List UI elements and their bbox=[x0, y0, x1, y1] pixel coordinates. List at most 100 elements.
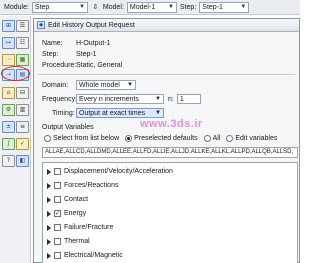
chevron-down-icon: ▼ bbox=[78, 4, 85, 10]
solution-manager-icon[interactable]: ▥ bbox=[16, 104, 29, 116]
radio-edit-variables[interactable]: Edit variables bbox=[226, 135, 277, 142]
adaptive-mesh-manager-icon[interactable]: ⊟ bbox=[16, 87, 29, 99]
model-label: Model: bbox=[102, 3, 124, 11]
chevron-down-icon: ▼ bbox=[167, 4, 174, 10]
step-label: Step: bbox=[42, 51, 59, 58]
adaptive-mesh-icon[interactable]: ⌂ bbox=[2, 87, 15, 99]
view-icon[interactable]: ◧ bbox=[16, 155, 29, 167]
history-output-icon[interactable]: ↦ bbox=[2, 37, 15, 49]
checkbox[interactable] bbox=[54, 196, 61, 203]
tree-item-label: Displacement/Velocity/Acceleration bbox=[64, 168, 173, 175]
chevron-down-icon: ▼ bbox=[155, 110, 161, 116]
solver-manager-icon[interactable]: ≡ bbox=[16, 121, 29, 133]
expand-arrow-icon[interactable] bbox=[47, 224, 51, 231]
frequency-select[interactable]: Every n increments ▼ bbox=[76, 94, 164, 104]
tree-item-label: Thermal bbox=[64, 238, 90, 245]
module-label: Module: bbox=[4, 3, 29, 11]
radio-button[interactable] bbox=[44, 135, 51, 142]
frequency-label: Frequency: bbox=[42, 95, 78, 103]
tree-item-forces[interactable]: Forces/Reactions bbox=[47, 182, 118, 189]
timing-select[interactable]: Output at exact times ▼ bbox=[76, 108, 164, 118]
history-output-manager-icon[interactable]: ☷ bbox=[16, 37, 29, 49]
expand-arrow-icon[interactable] bbox=[47, 196, 51, 203]
module-toolbar: Module: Step ▼ ⇕ Model: Model-1 ▼ Step: … bbox=[0, 0, 300, 15]
name-value: H-Output-1 bbox=[75, 40, 111, 47]
checkbox[interactable] bbox=[54, 168, 61, 175]
expand-arrow-icon[interactable] bbox=[47, 182, 51, 189]
radio-label: All bbox=[212, 135, 221, 142]
integration-icon[interactable]: ∫ bbox=[2, 138, 15, 150]
timing-label: Timing: bbox=[52, 109, 75, 117]
dialog-app-icon: ◆ bbox=[37, 21, 45, 29]
expand-arrow-icon[interactable] bbox=[47, 168, 51, 175]
domain-select[interactable]: Whole model ▼ bbox=[76, 80, 136, 90]
tree-item-label: Failure/Fracture bbox=[64, 224, 114, 231]
domain-label: Domain: bbox=[42, 81, 69, 89]
chevron-down-icon: ▼ bbox=[127, 82, 133, 88]
tree-item-electrical[interactable]: Electrical/Magnetic bbox=[47, 252, 123, 259]
radio-button[interactable] bbox=[203, 135, 211, 142]
tree-item-displacement[interactable]: Displacement/Velocity/Acceleration bbox=[47, 168, 173, 175]
variables-text-field[interactable]: ALLAE,ALLCD,ALLDMD,ALLEE,ALLFD,ALLIE,ALL… bbox=[42, 147, 298, 158]
radio-label: Select from list below bbox=[53, 135, 120, 142]
tree-item-thermal[interactable]: Thermal bbox=[47, 238, 90, 245]
chevron-down-icon: ▼ bbox=[240, 4, 247, 10]
checkpoint-icon[interactable]: ✓ bbox=[16, 138, 29, 150]
tree-item-energy[interactable]: ✓ Energy bbox=[47, 210, 86, 217]
module-value: Step bbox=[34, 3, 50, 11]
checkbox[interactable] bbox=[54, 252, 61, 259]
step-value: Step-1 bbox=[75, 51, 97, 58]
watermark: www.3ds.ir bbox=[140, 118, 203, 130]
procedure-row: Procedure: Static, General bbox=[42, 62, 122, 69]
domain-value: Whole model bbox=[79, 81, 120, 89]
divider bbox=[38, 74, 295, 76]
name-row: Name: H-Output-1 bbox=[42, 40, 111, 47]
radio-all[interactable]: All bbox=[203, 135, 221, 142]
model-select[interactable]: Model-1 ▼ bbox=[126, 1, 177, 13]
solver-controls-icon[interactable]: ± bbox=[2, 121, 15, 133]
radio-button[interactable] bbox=[226, 135, 234, 142]
checkbox[interactable] bbox=[54, 182, 61, 189]
step-row: Step: Step-1 bbox=[42, 51, 97, 58]
query-icon[interactable]: ? bbox=[2, 155, 15, 167]
expand-arrow-icon[interactable] bbox=[47, 252, 51, 259]
procedure-label: Procedure: bbox=[42, 62, 77, 69]
time-points-icon[interactable]: ⋯ bbox=[2, 54, 15, 66]
dialog-titlebar[interactable]: ◆ Edit History Output Request bbox=[34, 19, 299, 32]
radio-button[interactable] bbox=[125, 135, 133, 142]
expand-arrow-icon[interactable] bbox=[47, 238, 51, 245]
checkbox-checked[interactable]: ✓ bbox=[54, 210, 61, 217]
general-solution-icon[interactable]: ⚙ bbox=[2, 104, 15, 116]
highlight-circle bbox=[1, 66, 30, 81]
field-output-icon[interactable]: ⊞ bbox=[2, 20, 15, 32]
time-points-manager-icon[interactable]: ▦ bbox=[16, 54, 29, 66]
edit-history-output-dialog: ◆ Edit History Output Request Name: H-Ou… bbox=[33, 18, 300, 263]
radio-select-from-list[interactable]: Select from list below bbox=[44, 135, 119, 142]
dialog-title: Edit History Output Request bbox=[48, 21, 135, 29]
output-variables-label: Output Variables bbox=[42, 124, 94, 131]
nav-arrows-icon[interactable]: ⇕ bbox=[91, 2, 100, 13]
tree-item-failure[interactable]: Failure/Fracture bbox=[47, 224, 113, 231]
expand-arrow-icon[interactable] bbox=[47, 210, 51, 217]
checkbox[interactable] bbox=[54, 224, 61, 231]
name-label: Name: bbox=[42, 40, 63, 47]
tree-item-label: Forces/Reactions bbox=[64, 182, 119, 189]
chevron-down-icon: ▼ bbox=[155, 96, 161, 102]
tree-item-label: Electrical/Magnetic bbox=[64, 252, 123, 259]
n-input[interactable]: 1 bbox=[176, 94, 201, 104]
checkbox[interactable] bbox=[54, 238, 61, 245]
step-select[interactable]: Step-1 ▼ bbox=[199, 1, 250, 13]
frequency-row: Frequency: Every n increments ▼ n: 1 bbox=[42, 94, 201, 104]
tree-item-contact[interactable]: Contact bbox=[47, 196, 88, 203]
frequency-value: Every n increments bbox=[79, 95, 139, 103]
n-label: n: bbox=[168, 95, 174, 103]
module-select[interactable]: Step ▼ bbox=[31, 1, 88, 13]
output-category-tree: Displacement/Velocity/Acceleration Force… bbox=[42, 162, 298, 263]
procedure-value: Static, General bbox=[75, 62, 123, 69]
radio-label: Preselected defaults bbox=[134, 135, 198, 142]
field-output-manager-icon[interactable]: ☰ bbox=[16, 20, 29, 32]
radio-preselected-defaults[interactable]: Preselected defaults bbox=[125, 135, 198, 142]
model-value: Model-1 bbox=[129, 3, 156, 11]
tool-palette: ⊞ ☰ ↦ ☷ ⋯ ▦ ⇢ ▤ ⌂ ⊟ ⚙ ▥ ± ≡ ∫ ✓ ? ◧ bbox=[0, 16, 31, 263]
radio-label: Edit variables bbox=[235, 135, 278, 142]
